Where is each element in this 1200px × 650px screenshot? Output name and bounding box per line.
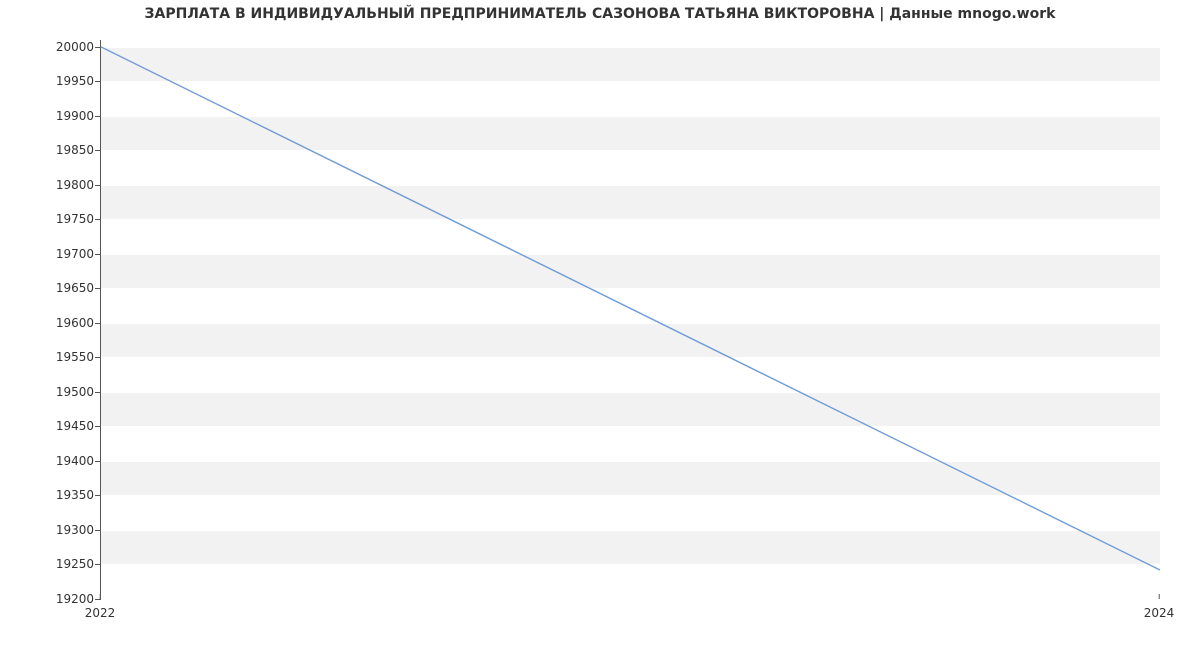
y-tick-label: 19400 <box>4 454 94 468</box>
y-tick-label: 19250 <box>4 557 94 571</box>
y-tick-label: 19700 <box>4 247 94 261</box>
series-line <box>101 47 1160 570</box>
plot-area <box>100 40 1160 600</box>
y-tick-label: 19450 <box>4 419 94 433</box>
line-layer <box>101 40 1160 599</box>
grid-line <box>101 599 1160 600</box>
y-tick-label: 19300 <box>4 523 94 537</box>
x-tick-label: 2024 <box>1144 606 1175 620</box>
x-tick-label: 2022 <box>85 606 116 620</box>
y-tick-label: 19500 <box>4 385 94 399</box>
y-tick-label: 20000 <box>4 40 94 54</box>
y-tick-label: 19200 <box>4 592 94 606</box>
y-tick-label: 19650 <box>4 281 94 295</box>
y-tick-label: 19950 <box>4 74 94 88</box>
y-tick-label: 19750 <box>4 212 94 226</box>
y-tick-label: 19850 <box>4 143 94 157</box>
y-tick-label: 19350 <box>4 488 94 502</box>
y-tick-label: 19800 <box>4 178 94 192</box>
chart-title: ЗАРПЛАТА В ИНДИВИДУАЛЬНЫЙ ПРЕДПРИНИМАТЕЛ… <box>0 6 1200 22</box>
y-tick-label: 19900 <box>4 109 94 123</box>
y-tick-label: 19600 <box>4 316 94 330</box>
salary-chart: ЗАРПЛАТА В ИНДИВИДУАЛЬНЫЙ ПРЕДПРИНИМАТЕЛ… <box>0 0 1200 650</box>
y-tick-label: 19550 <box>4 350 94 364</box>
